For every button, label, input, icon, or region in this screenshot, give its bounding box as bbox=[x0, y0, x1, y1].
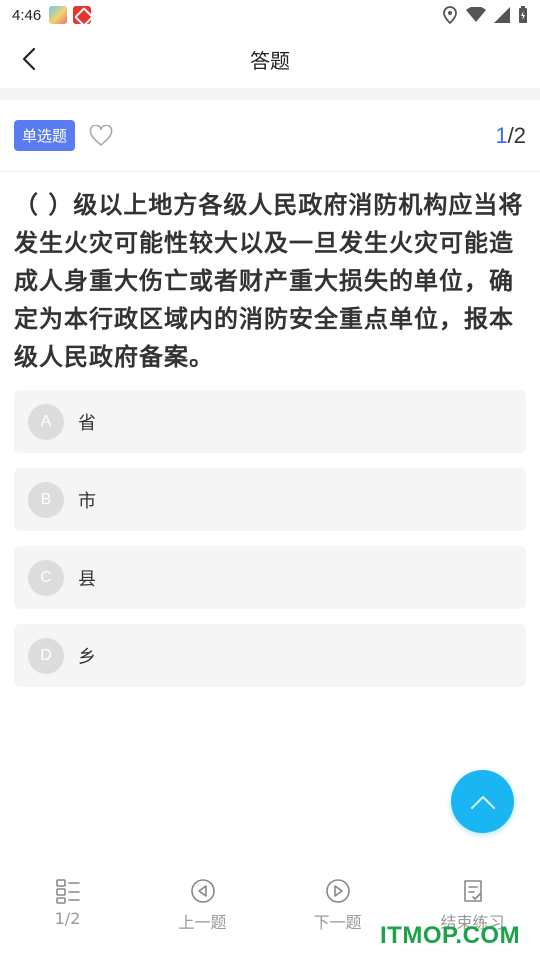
back-button[interactable] bbox=[14, 44, 44, 74]
favorite-button[interactable] bbox=[89, 123, 115, 149]
wifi-icon bbox=[466, 7, 486, 22]
option-text: 省 bbox=[78, 412, 96, 434]
finish-icon bbox=[463, 880, 482, 902]
grid-list-icon bbox=[55, 879, 80, 904]
page-title: 答题 bbox=[250, 48, 290, 73]
option-b[interactable]: B 市 bbox=[14, 468, 526, 531]
option-text: 乡 bbox=[78, 646, 96, 668]
watermark: ITMOP.COM bbox=[380, 922, 521, 949]
previous-icon bbox=[190, 879, 215, 903]
status-icons bbox=[442, 6, 528, 24]
option-d[interactable]: D 乡 bbox=[14, 624, 526, 687]
location-icon bbox=[443, 6, 457, 24]
app-notification-icon bbox=[49, 6, 68, 24]
current-question-number: 1 bbox=[495, 122, 508, 148]
option-letter: A bbox=[28, 403, 64, 440]
app-notification-icon bbox=[73, 6, 92, 24]
options-list: A 省 B 市 C 县 D 乡 bbox=[0, 376, 540, 687]
option-a[interactable]: A 省 bbox=[14, 390, 526, 453]
heart-icon bbox=[89, 124, 113, 146]
app-header: 答题 bbox=[0, 30, 540, 88]
option-text: 县 bbox=[78, 568, 96, 590]
previous-question-tab[interactable]: 上一题 bbox=[135, 866, 270, 960]
question-text: （ ）级以上地方各级人民政府消防机构应当将发生火灾可能性较大以及一旦发生火灾可能… bbox=[14, 191, 524, 371]
chevron-up-icon bbox=[470, 795, 495, 809]
answer-sheet-tab[interactable]: 1/2 bbox=[0, 866, 135, 960]
tab-label: 下一题 bbox=[313, 913, 362, 932]
option-c[interactable]: C 县 bbox=[14, 546, 526, 609]
option-letter: D bbox=[28, 637, 64, 674]
next-icon bbox=[325, 879, 350, 903]
tab-label: 1/2 bbox=[54, 909, 81, 928]
question-type-badge: 单选题 bbox=[14, 120, 76, 151]
question-header: 单选题 1/2 bbox=[0, 100, 540, 172]
tab-label: 上一题 bbox=[178, 913, 227, 932]
total-questions: /2 bbox=[507, 122, 526, 148]
option-letter: C bbox=[28, 559, 64, 596]
status-time: 4:46 bbox=[12, 6, 42, 24]
question-counter: 1/2 bbox=[495, 123, 526, 149]
option-letter: B bbox=[28, 481, 64, 518]
battery-icon bbox=[519, 6, 527, 23]
status-bar: 4:46 bbox=[0, 0, 540, 30]
signal-icon bbox=[494, 7, 510, 23]
option-text: 市 bbox=[78, 490, 96, 512]
scroll-top-button[interactable] bbox=[451, 770, 514, 833]
chevron-left-icon bbox=[22, 47, 36, 71]
